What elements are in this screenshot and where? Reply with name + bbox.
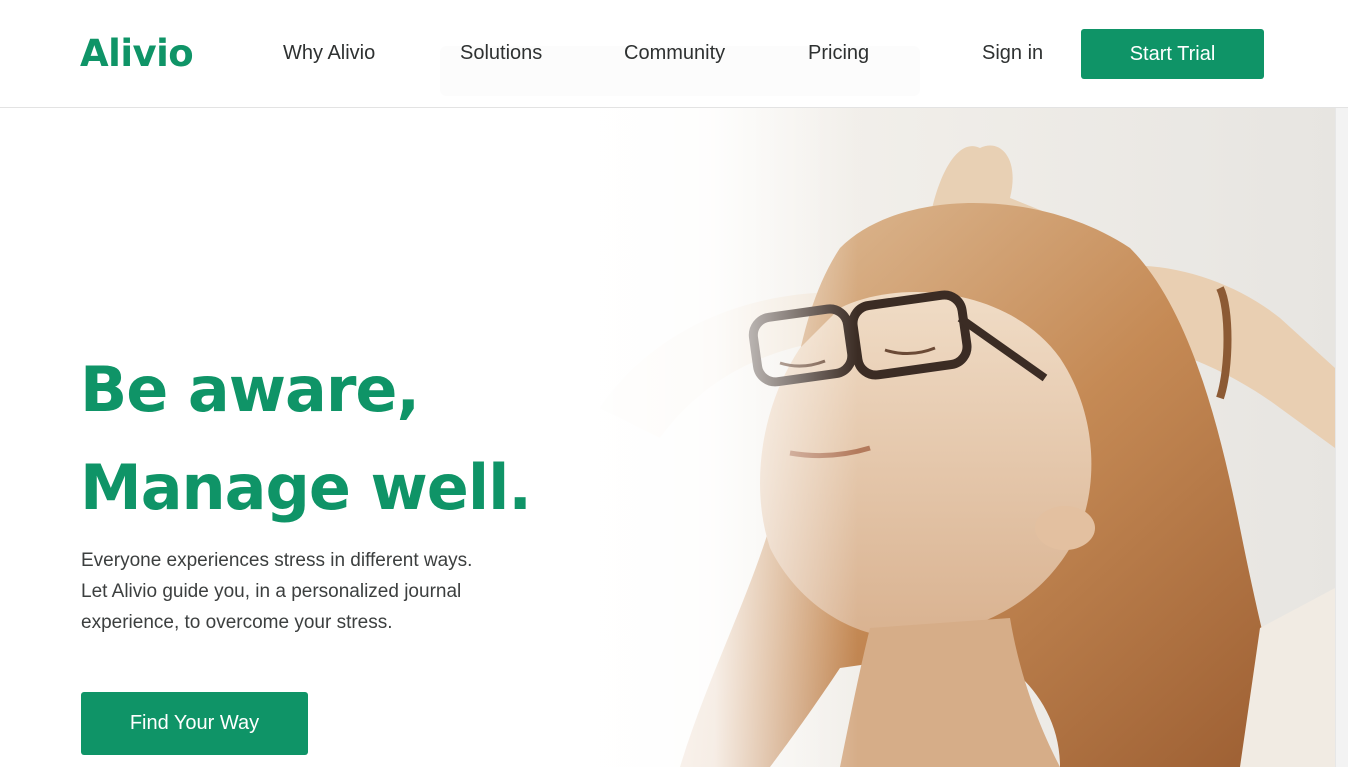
- hero-subtext-line-2: Let Alivio guide you, in a personalized …: [81, 581, 462, 602]
- scrollbar-track[interactable]: [1335, 108, 1348, 767]
- nav-pricing[interactable]: Pricing: [808, 40, 869, 66]
- hero-subtext-line-1: Everyone experiences stress in different…: [81, 550, 473, 571]
- start-trial-button[interactable]: Start Trial: [1081, 29, 1264, 79]
- nav-community[interactable]: Community: [624, 40, 725, 66]
- sign-in-link[interactable]: Sign in: [982, 40, 1043, 66]
- hero-headline-line-1: Be aware,: [80, 353, 420, 426]
- logo[interactable]: Alivio: [80, 30, 194, 78]
- hero-photo: [540, 108, 1335, 767]
- woman-relaxing-photo: [540, 108, 1335, 767]
- nav-solutions[interactable]: Solutions: [460, 40, 542, 66]
- landing-page: Alivio Why Alivio Solutions Community Pr…: [0, 0, 1348, 767]
- hero-headline-line-2: Manage well.: [80, 451, 532, 524]
- nav-why-alivio[interactable]: Why Alivio: [283, 40, 375, 66]
- site-header: Alivio Why Alivio Solutions Community Pr…: [0, 0, 1348, 108]
- hero-subtext-line-3: experience, to overcome your stress.: [81, 612, 393, 633]
- find-your-way-button[interactable]: Find Your Way: [81, 692, 308, 755]
